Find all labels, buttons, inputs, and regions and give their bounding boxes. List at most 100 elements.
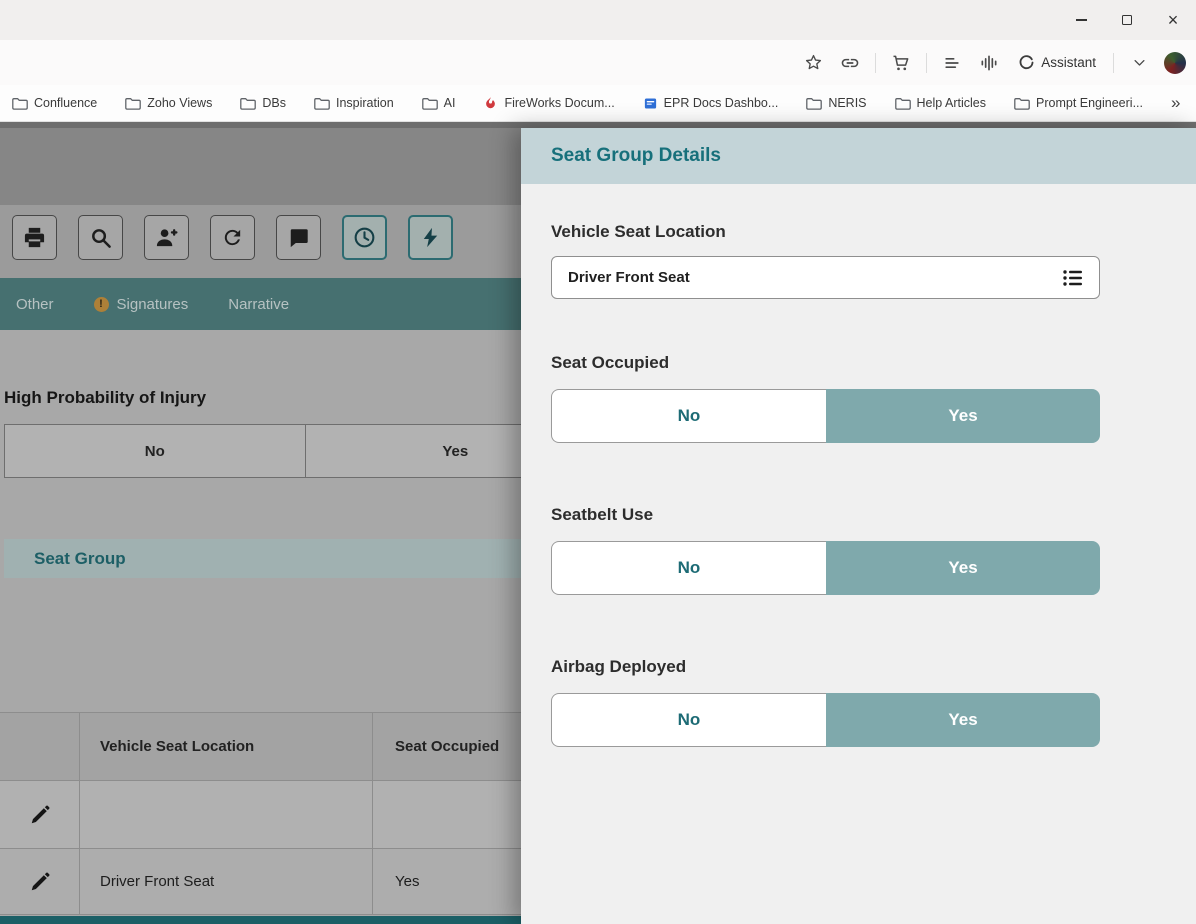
fireworks-icon [483,96,498,111]
folder-icon [12,97,28,110]
bookmark-label: Zoho Views [147,96,212,110]
cell-seat-occupied [373,781,521,848]
bookmark-ai[interactable]: AI [422,96,456,110]
history-button[interactable] [342,215,387,260]
minimize-icon [1076,19,1087,21]
app-bottom-bar [0,916,521,924]
table-header-row: Vehicle Seat Location Seat Occupied [0,713,521,781]
bookmark-fireworks-docs[interactable]: FireWorks Docum... [483,96,614,111]
assistant-label: Assistant [1041,55,1096,70]
bookmark-label: AI [444,96,456,110]
bookmark-prompt-engineering[interactable]: Prompt Engineeri... [1014,96,1143,110]
folder-icon [1014,97,1030,110]
bookmark-help-articles[interactable]: Help Articles [895,96,986,110]
tab-signatures-label: Signatures [117,296,189,313]
seat-group-table: Vehicle Seat Location Seat Occupied Driv… [0,712,521,915]
seatbelt-use-label: Seatbelt Use [551,505,653,525]
airbag-deployed-toggle: No Yes [551,693,1100,747]
question-label: High Probability of Injury [4,388,206,408]
bookmark-label: FireWorks Docum... [504,96,614,110]
bookmark-zoho-views[interactable]: Zoho Views [125,96,212,110]
table-header-edit-col [0,713,80,780]
assistant-button[interactable]: Assistant [1014,46,1100,80]
epr-docs-icon [643,96,658,111]
vehicle-seat-location-select[interactable]: Driver Front Seat [551,256,1100,299]
tab-narrative[interactable]: Narrative [228,296,289,313]
cell-vehicle-seat-location [80,781,373,848]
print-button[interactable] [12,215,57,260]
bookmark-label: Inspiration [336,96,394,110]
bookmark-label: DBs [262,96,286,110]
equalizer-icon[interactable] [977,49,1001,77]
bookmark-label: Confluence [34,96,97,110]
seatbelt-use-option-yes[interactable]: Yes [826,541,1100,595]
seat-occupied-option-yes[interactable]: Yes [826,389,1100,443]
chevron-down-icon[interactable] [1127,49,1151,77]
window-titlebar: × [0,0,1196,40]
window-maximize-button[interactable] [1104,0,1150,40]
question-option-yes[interactable]: Yes [305,425,522,477]
folder-icon [895,97,911,110]
edit-row-button[interactable] [25,867,55,897]
folder-icon [240,97,256,110]
cell-vehicle-seat-location: Driver Front Seat [80,849,373,914]
bookmark-epr-docs-dashboard[interactable]: EPR Docs Dashbo... [643,96,779,111]
airbag-deployed-label: Airbag Deployed [551,657,686,677]
col-header-vehicle-seat-location: Vehicle Seat Location [80,713,373,780]
cart-icon[interactable] [889,49,913,77]
folder-icon [125,97,141,110]
add-person-button[interactable] [144,215,189,260]
folder-icon [806,97,822,110]
window-close-button[interactable]: × [1150,0,1196,40]
airbag-deployed-option-yes[interactable]: Yes [826,693,1100,747]
toolbar-right-cluster: Assistant [801,40,1186,85]
reading-list-icon[interactable] [940,49,964,77]
seatbelt-use-option-no[interactable]: No [551,541,826,595]
folder-icon [422,97,438,110]
bookmark-neris[interactable]: NERIS [806,96,866,110]
quick-actions-button[interactable] [408,215,453,260]
pencil-icon [29,871,51,893]
col-header-seat-occupied: Seat Occupied [373,713,521,780]
vehicle-seat-location-label: Vehicle Seat Location [551,222,726,242]
select-value: Driver Front Seat [568,269,1061,286]
bookmark-label: NERIS [828,96,866,110]
bookmark-label: EPR Docs Dashbo... [664,96,779,110]
table-row: Driver Front Seat Yes [0,849,521,915]
bookmark-star-icon[interactable] [801,49,825,77]
edit-row-button[interactable] [25,800,55,830]
bookmarks-overflow-button[interactable]: » [1171,93,1196,113]
list-icon [1061,266,1085,290]
toolbar-divider [875,53,876,73]
app-tab-bar: Other ! Signatures Narrative [0,278,521,330]
profile-avatar[interactable] [1164,52,1186,74]
sync-button[interactable] [210,215,255,260]
seat-group-section-header: Seat Group [4,539,521,578]
airbag-deployed-option-no[interactable]: No [551,693,826,747]
bookmark-inspiration[interactable]: Inspiration [314,96,394,110]
background-app: Other ! Signatures Narrative High Probab… [0,128,521,924]
tab-other[interactable]: Other [16,296,54,313]
bookmark-label: Prompt Engineeri... [1036,96,1143,110]
bookmark-label: Help Articles [917,96,986,110]
search-button[interactable] [78,215,123,260]
toolbar-divider [1113,53,1114,73]
link-icon[interactable] [838,49,862,77]
warning-icon: ! [94,297,109,312]
question-toggle: No Yes [4,424,521,478]
bookmark-confluence[interactable]: Confluence [12,96,97,110]
chat-button[interactable] [276,215,321,260]
table-row [0,781,521,849]
window-minimize-button[interactable] [1058,0,1104,40]
toolbar-divider [926,53,927,73]
question-option-no[interactable]: No [5,425,305,477]
seat-group-details-panel: Seat Group Details Vehicle Seat Location… [521,128,1196,924]
bookmark-dbs[interactable]: DBs [240,96,286,110]
tab-signatures[interactable]: ! Signatures [94,296,189,313]
folder-icon [314,97,330,110]
app-toolbar [0,205,521,278]
seat-occupied-option-no[interactable]: No [551,389,826,443]
seat-occupied-label: Seat Occupied [551,353,669,373]
seat-occupied-toggle: No Yes [551,389,1100,443]
panel-title: Seat Group Details [551,145,721,167]
